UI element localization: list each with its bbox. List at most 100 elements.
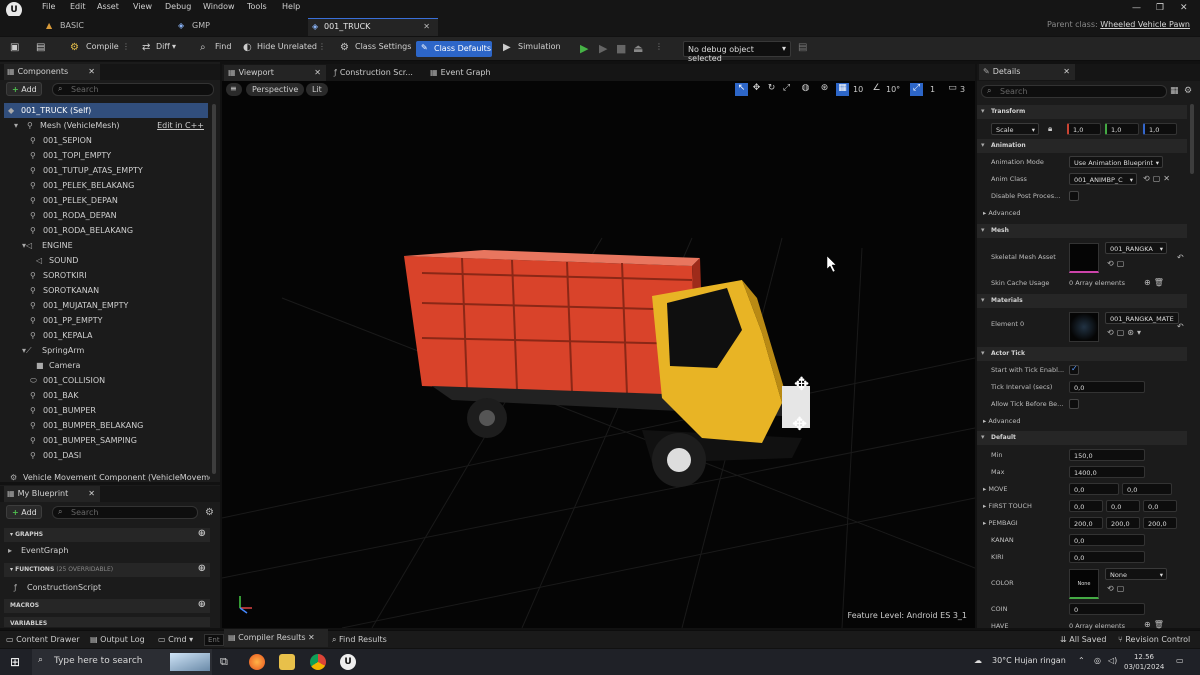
lock-icon[interactable]: 🔒︎ [1048,124,1052,134]
anim-class-dropdown[interactable]: 001_ANIMBP_C ▾ [1069,173,1137,185]
pembagi-z-field[interactable]: 200,0 [1143,517,1177,529]
simulation-icon[interactable]: ▶ [503,42,511,53]
color-dropdown[interactable]: None ▾ [1105,568,1167,580]
move-x-field[interactable]: 0,0 [1069,483,1119,495]
tick-advanced-toggle[interactable]: ▸ Advanced [983,417,1020,425]
event-graph-item[interactable]: ▸ EventGraph [8,544,208,559]
add-component-button[interactable]: + Add [6,82,42,96]
tree-item-001-tutup-atas-empty[interactable]: ⚲ 001_TUTUP_ATAS_EMPTY [30,164,208,179]
mesh-section[interactable]: Mesh [977,224,1187,238]
console-input[interactable]: Ent [204,634,224,646]
hide-unrelated-icon[interactable]: ◐ [243,42,252,53]
add-blueprint-item-button[interactable]: + Add [6,505,42,519]
array-add-remove-icons[interactable]: ⊕🗑︎ [1144,620,1167,629]
tree-item-001-kepala[interactable]: ⚲ 001_KEPALA [30,329,208,344]
tree-item-sound[interactable]: ◁ SOUND [36,254,208,269]
scene-canvas[interactable]: ✥ ✥ [222,98,975,628]
tree-item-springarm[interactable]: ▾⟋ SpringArm [22,344,208,359]
rotation-snap-icon[interactable]: ∠ [870,83,883,96]
kanan-field[interactable]: 0,0 [1069,534,1145,546]
pembagi-label[interactable]: ▸ PEMBAGI [983,519,1018,527]
color-swatch[interactable]: None [1069,569,1099,599]
unreal-engine-taskbar-icon[interactable]: U [340,654,356,670]
tree-item-001-pelek-depan[interactable]: ⚲ 001_PELEK_DEPAN [30,194,208,209]
disable-post-checkbox[interactable] [1069,191,1079,201]
reset-arrow-icon[interactable]: ↶ [1177,322,1184,331]
firefox-icon[interactable] [249,654,265,670]
revision-control-button[interactable]: ⑂ Revision Control [1118,635,1190,644]
task-view-icon[interactable]: ⧉ [220,655,228,669]
construction-script-item[interactable]: ƒ ConstructionScript [14,581,210,596]
world-local-icon[interactable]: ◍ [799,83,812,96]
move-label[interactable]: ▸ MOVE [983,485,1008,493]
scale-x-field[interactable]: 1,0 [1067,123,1101,135]
components-tab[interactable]: ▦ Components ✕ [4,64,100,80]
asset-actions-icons[interactable]: ⟲▢✕ [1143,174,1173,183]
weather-icon[interactable]: ☁︎ [974,656,982,665]
blueprint-search-input[interactable]: ⌕ Search [52,506,198,519]
tick-interval-field[interactable]: 0,0 [1069,381,1145,393]
class-settings-button[interactable]: Class Settings [355,42,411,51]
scale-mode-dropdown[interactable]: Scale ▾ [991,123,1039,135]
menu-tools[interactable]: Tools [247,2,267,11]
volume-icon[interactable]: ◁) [1108,656,1117,665]
camera-count-value[interactable]: 3 [960,85,965,94]
first-touch-label[interactable]: ▸ FIRST TOUCH [983,502,1032,510]
menu-window[interactable]: Window [203,2,235,11]
details-tab[interactable]: ✎ Details ✕ [979,64,1075,80]
add-graph-icon[interactable]: ⊕ [198,528,206,539]
min-field[interactable]: 150,0 [1069,449,1145,461]
hide-unrelated-button[interactable]: Hide Unrelated [257,42,317,51]
content-drawer-button[interactable]: ▭ Content Drawer [6,635,80,644]
anim-mode-dropdown[interactable]: Use Animation Blueprint ▾ [1069,156,1163,168]
materials-section[interactable]: Materials [977,294,1187,308]
tree-item-engine[interactable]: ▾◁ ENGINE [22,239,208,254]
tree-item-sorotkanan[interactable]: ⚲ SOROTKANAN [30,284,208,299]
macros-section[interactable]: MACROS ⊕ [4,599,210,613]
compiler-results-tab[interactable]: ▤ Compiler Results ✕ [224,629,328,647]
rotate-icon[interactable]: ↻ [765,83,778,96]
skeletal-mesh-thumbnail[interactable] [1069,243,1099,273]
scale-z-field[interactable]: 1,0 [1143,123,1177,135]
functions-section[interactable]: ▾ FUNCTIONS (25 OVERRIDABLE) ⊕ [4,563,210,577]
taskbar-search-input[interactable]: ⌕ Type here to search [32,649,212,675]
compile-button[interactable]: Compile [86,42,119,51]
skeletal-mesh-dropdown[interactable]: 001_RANGKA ▾ [1105,242,1167,254]
diff-icon[interactable]: ⇄ [142,42,150,53]
debug-filter-icon[interactable]: ▤ [798,42,807,53]
tab-001-truck[interactable]: ◈ 001_TRUCK ✕ [308,18,438,36]
camera-speed-icon[interactable]: ▭ [946,83,959,96]
windows-start-icon[interactable]: ⊞ [10,655,20,669]
close-panel-icon[interactable]: ✕ [88,67,95,76]
tree-item-sorotkiri[interactable]: ⚲ SOROTKIRI [30,269,208,284]
coin-field[interactable]: 0 [1069,603,1145,615]
tab-construction-script[interactable]: ƒ Construction Scr... [330,65,416,81]
camera-speed-value[interactable]: 1 [930,85,935,94]
viewport-menu-button[interactable]: ≡ [226,83,242,96]
gear-icon[interactable]: ⚙ [1184,86,1192,96]
scale-snap-icon[interactable]: ⤢ [910,83,923,96]
clock[interactable]: 12.56 03/01/2024 [1124,652,1164,672]
notifications-icon[interactable]: ▭ [1176,656,1184,665]
add-macro-icon[interactable]: ⊕ [198,599,206,610]
graphs-section[interactable]: ▾ GRAPHS ⊕ [4,528,210,542]
property-matrix-icon[interactable]: ▦ [1170,86,1179,96]
max-field[interactable]: 1400,0 [1069,466,1145,478]
scale-icon[interactable]: ⤢ [780,83,793,96]
tree-item-vehicle-movement[interactable]: ⚙ Vehicle Movement Component (VehicleMove… [10,471,210,486]
asset-actions-icons[interactable]: ⟲▢ [1107,259,1127,268]
find-icon[interactable]: ⌕ [200,42,206,53]
tree-root-self[interactable]: ◆ 001_TRUCK (Self) [4,103,208,118]
close-tab-icon[interactable]: ✕ [314,68,321,77]
close-panel-icon[interactable]: ✕ [1063,67,1070,76]
tree-item-001-pp-empty[interactable]: ⚲ 001_PP_EMPTY [30,314,208,329]
tree-item-001-mujatan-empty[interactable]: ⚲ 001_MUJATAN_EMPTY [30,299,208,314]
array-add-remove-icons[interactable]: ⊕🗑︎ [1144,278,1167,287]
tree-item-001-bak[interactable]: ⚲ 001_BAK [30,389,208,404]
tray-overflow-icon[interactable]: ⌃ [1078,656,1085,665]
network-icon[interactable]: ◎ [1094,656,1101,665]
find-results-tab[interactable]: ⌕ Find Results [332,635,387,645]
allow-tick-checkbox[interactable] [1069,399,1079,409]
all-saved-status[interactable]: ⇊ All Saved [1060,635,1106,644]
step-icon[interactable]: ▶ [599,42,607,55]
